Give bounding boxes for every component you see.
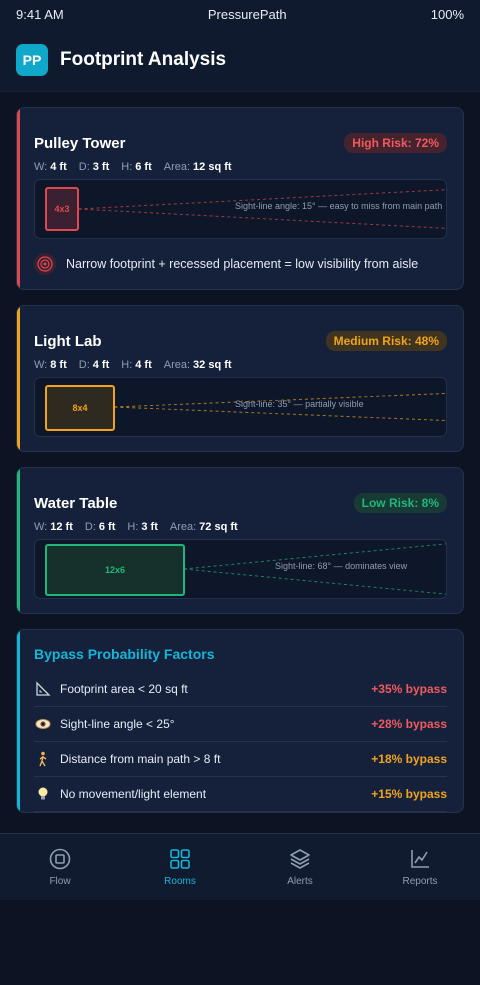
factor-label: No movement/light element	[60, 787, 207, 801]
factor-row: Footprint area < 20 sq ft +35% bypass	[34, 672, 447, 707]
layers-icon	[290, 848, 310, 869]
nav-item-rooms[interactable]: Rooms	[120, 834, 240, 900]
triangle-ruler-icon	[34, 680, 52, 698]
height-value: 3 ft	[141, 521, 158, 533]
room-card-light-lab[interactable]: Light Lab Medium Risk: 48% W: 8 ft D: 4 ft…	[16, 305, 464, 452]
target-icon	[34, 253, 56, 275]
light-bulb-icon	[34, 785, 52, 803]
room-dimensions: W: 4 ft D: 3 ft H: 6 ft Area: 12 sq ft	[34, 161, 232, 173]
sightline-visualization: 4x3 Sight-line angle: 15° — easy to miss…	[34, 179, 447, 239]
app-header: PP Footprint Analysis	[0, 28, 480, 92]
room-dimensions: W: 12 ft D: 6 ft H: 3 ft Area: 72 sq ft	[34, 521, 238, 533]
area-value: 72 sq ft	[199, 521, 238, 533]
sightline-text: Sight-line: 68° — dominates view	[275, 561, 408, 571]
visibility-note-text: Narrow footprint + recessed placement = …	[66, 257, 419, 271]
footprint-box: 12x6	[45, 544, 185, 596]
grid-icon	[170, 848, 190, 869]
depth-value: 6 ft	[98, 521, 116, 533]
room-name: Water Table	[34, 494, 118, 512]
nav-label: Rooms	[164, 875, 196, 887]
sightline-text: Sight-line angle: 15° — easy to miss fro…	[235, 201, 443, 211]
risk-badge: Low Risk: 8%	[353, 493, 447, 513]
width-value: 12 ft	[50, 521, 73, 533]
eye-icon	[34, 715, 52, 733]
status-app-name: PressurePath	[207, 6, 287, 22]
nav-item-reports[interactable]: Reports	[360, 834, 480, 900]
room-name: Pulley Tower	[34, 134, 126, 152]
factors-title: Bypass Probability Factors	[34, 646, 215, 662]
risk-badge: High Risk: 72%	[344, 133, 447, 153]
area-value: 12 sq ft	[193, 161, 232, 173]
risk-badge: Medium Risk: 48%	[325, 331, 447, 351]
sightline-text: Sight-line: 35° — partially visible	[235, 399, 364, 409]
line-chart-icon	[411, 849, 429, 868]
sightline-visualization: 12x6 Sight-line: 68° — dominates view	[34, 539, 447, 599]
bottom-navigation: Flow Rooms Alerts Reports	[0, 833, 480, 900]
factor-value: +28% bypass	[371, 717, 447, 731]
factor-label: Distance from main path > 8 ft	[60, 752, 221, 766]
nav-item-alerts[interactable]: Alerts	[240, 834, 360, 900]
factor-value: +15% bypass	[371, 787, 447, 801]
nav-label: Flow	[49, 875, 71, 887]
area-value: 32 sq ft	[193, 359, 232, 371]
room-card-pulley-tower[interactable]: Pulley Tower High Risk: 72% W: 4 ft D: 3 f…	[16, 107, 464, 290]
page-title: Footprint Analysis	[60, 48, 227, 70]
room-card-water-table[interactable]: Water Table Low Risk: 8% W: 12 ft D: 6 ft …	[16, 467, 464, 614]
height-value: 6 ft	[135, 161, 152, 173]
visibility-note: Narrow footprint + recessed placement = …	[34, 253, 447, 275]
walking-person-icon	[34, 750, 52, 768]
room-dimensions: W: 8 ft D: 4 ft H: 4 ft Area: 32 sq ft	[34, 359, 232, 371]
factor-value: +35% bypass	[371, 682, 447, 696]
height-value: 4 ft	[135, 359, 152, 371]
factor-row: Distance from main path > 8 ft +18% bypa…	[34, 742, 447, 777]
status-battery: 100%	[430, 6, 464, 22]
sightline-visualization: 8x4 Sight-line: 35° — partially visible	[34, 377, 447, 437]
footprint-box: 4x3	[45, 187, 79, 231]
factor-value: +18% bypass	[371, 752, 447, 766]
stop-circle-icon	[49, 848, 71, 869]
width-value: 4 ft	[50, 161, 67, 173]
bypass-factors-card: Bypass Probability Factors Footprint are…	[16, 629, 464, 813]
factor-label: Footprint area < 20 sq ft	[60, 682, 188, 696]
factor-row: Sight-line angle < 25° +28% bypass	[34, 707, 447, 742]
nav-label: Alerts	[287, 875, 313, 887]
footprint-box: 8x4	[45, 385, 115, 431]
status-time: 9:41 AM	[16, 6, 64, 22]
width-value: 8 ft	[50, 359, 67, 371]
factor-label: Sight-line angle < 25°	[60, 717, 175, 731]
room-name: Light Lab	[34, 332, 102, 350]
depth-value: 3 ft	[92, 161, 110, 173]
depth-value: 4 ft	[92, 359, 110, 371]
app-logo: PP	[16, 43, 48, 76]
status-bar: 9:41 AM PressurePath 100%	[0, 0, 480, 28]
nav-label: Reports	[402, 875, 438, 887]
factor-row: No movement/light element +15% bypass	[34, 777, 447, 812]
nav-item-flow[interactable]: Flow	[0, 834, 120, 900]
main-content[interactable]: Pulley Tower High Risk: 72% W: 4 ft D: 3 f…	[0, 92, 480, 833]
